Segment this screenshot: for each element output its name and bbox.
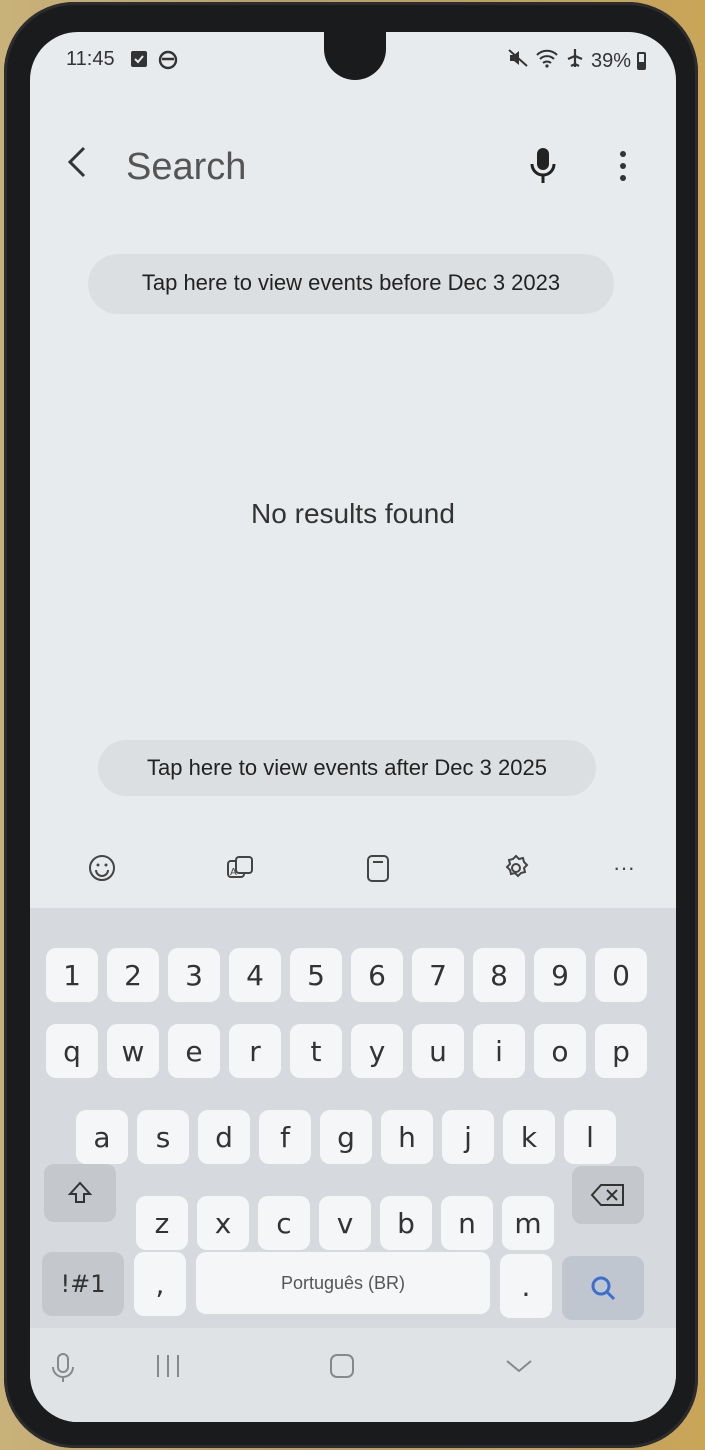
status-right: 39% — [507, 48, 646, 74]
key-g[interactable]: g — [320, 1110, 372, 1164]
key-6[interactable]: 6 — [351, 948, 403, 1002]
key-7[interactable]: 7 — [412, 948, 464, 1002]
clipboard-icon[interactable] — [356, 846, 400, 890]
key-5[interactable]: 5 — [290, 948, 342, 1002]
key-t[interactable]: t — [290, 1024, 342, 1078]
key-x[interactable]: x — [197, 1196, 249, 1250]
no-results-text: No results found — [251, 498, 455, 529]
symbols-key[interactable]: !#1 — [42, 1252, 124, 1316]
search-top-bar: Search — [30, 132, 676, 202]
key-u[interactable]: u — [412, 1024, 464, 1078]
key-i[interactable]: i — [473, 1024, 525, 1078]
key-n[interactable]: n — [441, 1196, 493, 1250]
keyboard-toolbar: A ··· — [30, 838, 676, 902]
key-k[interactable]: k — [503, 1110, 555, 1164]
mute-icon — [507, 48, 529, 74]
home-icon[interactable] — [328, 1352, 356, 1385]
backspace-key[interactable] — [572, 1166, 644, 1224]
comma-key[interactable]: , — [134, 1252, 186, 1316]
key-w[interactable]: w — [107, 1024, 159, 1078]
key-4[interactable]: 4 — [229, 948, 281, 1002]
key-f[interactable]: f — [259, 1110, 311, 1164]
search-input[interactable]: Search — [126, 146, 246, 189]
camera-notch — [324, 32, 386, 80]
checkbox-notification-icon — [130, 50, 148, 71]
svg-text:A: A — [230, 867, 237, 878]
wifi-icon — [535, 48, 559, 74]
search-key[interactable] — [562, 1256, 644, 1320]
key-h[interactable]: h — [381, 1110, 433, 1164]
key-o[interactable]: o — [534, 1024, 586, 1078]
microphone-icon[interactable] — [528, 144, 558, 188]
recents-icon[interactable] — [154, 1352, 182, 1385]
key-a[interactable]: a — [76, 1110, 128, 1164]
spacebar[interactable]: Português (BR) — [196, 1252, 490, 1314]
key-v[interactable]: v — [319, 1196, 371, 1250]
key-e[interactable]: e — [168, 1024, 220, 1078]
key-s[interactable]: s — [137, 1110, 189, 1164]
more-vertical-icon[interactable] — [608, 146, 638, 186]
key-r[interactable]: r — [229, 1024, 281, 1078]
key-b[interactable]: b — [380, 1196, 432, 1250]
hide-keyboard-icon[interactable] — [504, 1352, 534, 1385]
battery-percent: 39% — [590, 49, 631, 72]
more-horizontal-icon[interactable]: ··· — [602, 846, 646, 890]
key-8[interactable]: 8 — [473, 948, 525, 1002]
key-2[interactable]: 2 — [107, 948, 159, 1002]
airplane-icon — [565, 48, 585, 74]
sync-notification-icon — [158, 50, 178, 73]
key-p[interactable]: p — [595, 1024, 647, 1078]
screen: 11:45 39% Search Tap here to view events… — [30, 32, 676, 1422]
key-z[interactable]: z — [136, 1196, 188, 1250]
status-time: 11:45 — [66, 48, 115, 70]
key-0[interactable]: 0 — [595, 948, 647, 1002]
key-y[interactable]: y — [351, 1024, 403, 1078]
view-events-after-button[interactable]: Tap here to view events after Dec 3 2025 — [98, 740, 596, 796]
back-chevron-icon[interactable] — [64, 142, 88, 192]
key-d[interactable]: d — [198, 1110, 250, 1164]
key-3[interactable]: 3 — [168, 948, 220, 1002]
view-events-before-button[interactable]: Tap here to view events before Dec 3 202… — [88, 254, 614, 314]
key-q[interactable]: q — [46, 1024, 98, 1078]
key-1[interactable]: 1 — [46, 948, 98, 1002]
shift-key[interactable] — [44, 1164, 116, 1222]
voice-input-icon[interactable] — [50, 1352, 76, 1389]
keyboard: 1234567890 qwertyuiop asdfghjkl zxcvbnm … — [30, 908, 676, 1328]
key-m[interactable]: m — [502, 1196, 554, 1250]
emoji-icon[interactable] — [80, 846, 124, 890]
key-j[interactable]: j — [442, 1110, 494, 1164]
key-c[interactable]: c — [258, 1196, 310, 1250]
key-l[interactable]: l — [564, 1110, 616, 1164]
phone-frame: 11:45 39% Search Tap here to view events… — [4, 2, 698, 1448]
battery-icon — [637, 52, 646, 70]
settings-icon[interactable] — [494, 846, 538, 890]
period-key[interactable]: . — [500, 1254, 552, 1318]
key-9[interactable]: 9 — [534, 948, 586, 1002]
translate-icon[interactable]: A — [218, 846, 262, 890]
navigation-bar — [30, 1328, 676, 1422]
status-bar: 11:45 39% — [30, 32, 676, 92]
